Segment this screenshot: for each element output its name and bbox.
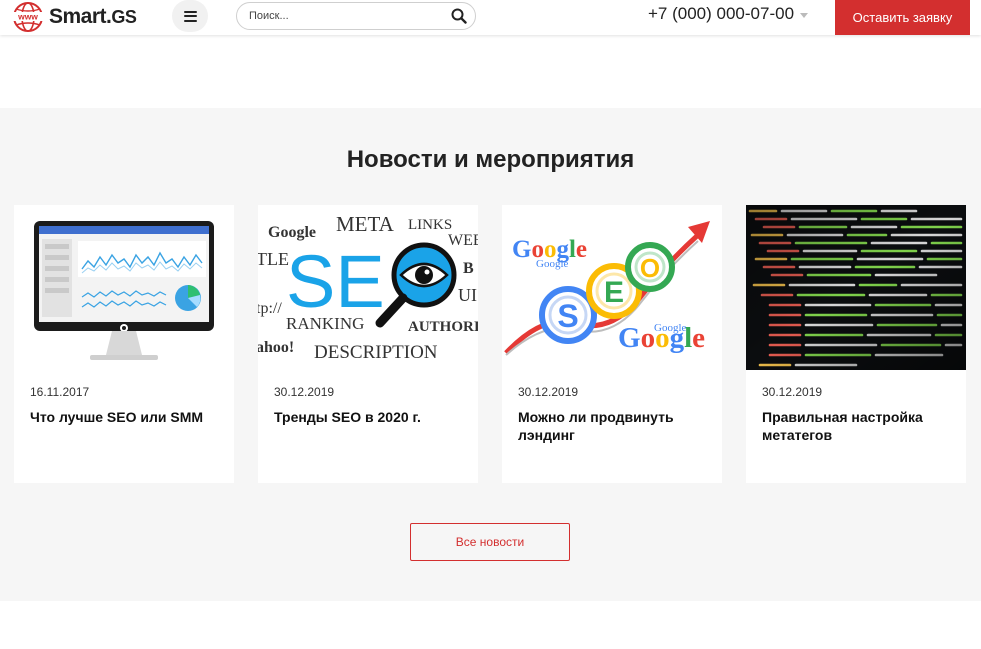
search-input[interactable] <box>249 10 449 22</box>
svg-text:E: E <box>604 276 624 309</box>
svg-text:O: O <box>640 253 660 283</box>
request-button[interactable]: Оставить заявку <box>835 0 970 35</box>
section-title: Новости и мероприятия <box>346 146 635 173</box>
svg-text:AUTHORI: AUTHORI <box>408 319 478 335</box>
site-header: www Smart.GS +7 (000) 000-07-00 Оставить… <box>0 0 981 35</box>
svg-text:UI: UI <box>458 285 477 305</box>
news-title[interactable]: Что лучше SEO или SMM <box>30 408 225 426</box>
logo-www-text: www <box>17 12 38 22</box>
svg-text:TLE: TLE <box>258 249 289 269</box>
news-image-google-seo: Google Google Google Google S E O <box>502 205 722 370</box>
svg-text:B: B <box>463 260 474 277</box>
svg-text:Google: Google <box>536 258 569 270</box>
svg-text:ahoo!: ahoo! <box>258 339 294 356</box>
phone-number: +7 (000) 000-07-00 <box>648 4 795 23</box>
news-card[interactable]: Google META LINKS WEB TLE B UI tp:// RAN… <box>258 205 478 483</box>
search-box <box>236 2 476 30</box>
phone-dropdown[interactable]: +7 (000) 000-07-00 <box>648 4 809 24</box>
news-section: Новости и мероприятия 16.11.2017 Что луч… <box>0 108 981 601</box>
news-date: 30.12.2019 <box>518 385 579 399</box>
news-card[interactable]: 30.12.2019 Правильная настройка метатего… <box>746 205 966 483</box>
all-news-button[interactable]: Все новости <box>410 523 570 561</box>
svg-text:S: S <box>557 298 578 334</box>
svg-text:META: META <box>336 212 395 236</box>
globe-logo-icon: www <box>12 2 44 32</box>
news-date: 30.12.2019 <box>274 385 335 399</box>
news-image-html-code <box>746 205 966 370</box>
svg-text:SE: SE <box>286 240 385 323</box>
svg-text:Google: Google <box>654 322 687 334</box>
logo-text: Smart.GS <box>49 5 137 28</box>
news-card[interactable]: Google Google Google Google S E O 30.12.… <box>502 205 722 483</box>
hamburger-icon <box>183 10 197 22</box>
logo[interactable]: www Smart.GS <box>11 0 137 34</box>
svg-text:WEB: WEB <box>448 232 478 249</box>
news-image-seo-words: Google META LINKS WEB TLE B UI tp:// RAN… <box>258 205 478 370</box>
news-date: 30.12.2019 <box>762 385 823 399</box>
svg-text:LINKS: LINKS <box>408 217 452 233</box>
svg-text:Google: Google <box>268 224 316 241</box>
search-icon[interactable] <box>451 8 467 24</box>
svg-text:tp://: tp:// <box>258 300 282 317</box>
news-title[interactable]: Тренды SEO в 2020 г. <box>274 408 469 426</box>
news-card[interactable]: 16.11.2017 Что лучше SEO или SMM <box>14 205 234 483</box>
news-image-analytics <box>14 205 234 370</box>
news-title[interactable]: Можно ли продвинуть лэндинг <box>518 408 713 444</box>
chevron-down-icon <box>800 12 809 18</box>
svg-text:DESCRIPTION: DESCRIPTION <box>314 342 438 363</box>
menu-button[interactable] <box>172 0 208 32</box>
news-date: 16.11.2017 <box>30 385 90 399</box>
news-title[interactable]: Правильная настройка метатегов <box>762 408 957 444</box>
